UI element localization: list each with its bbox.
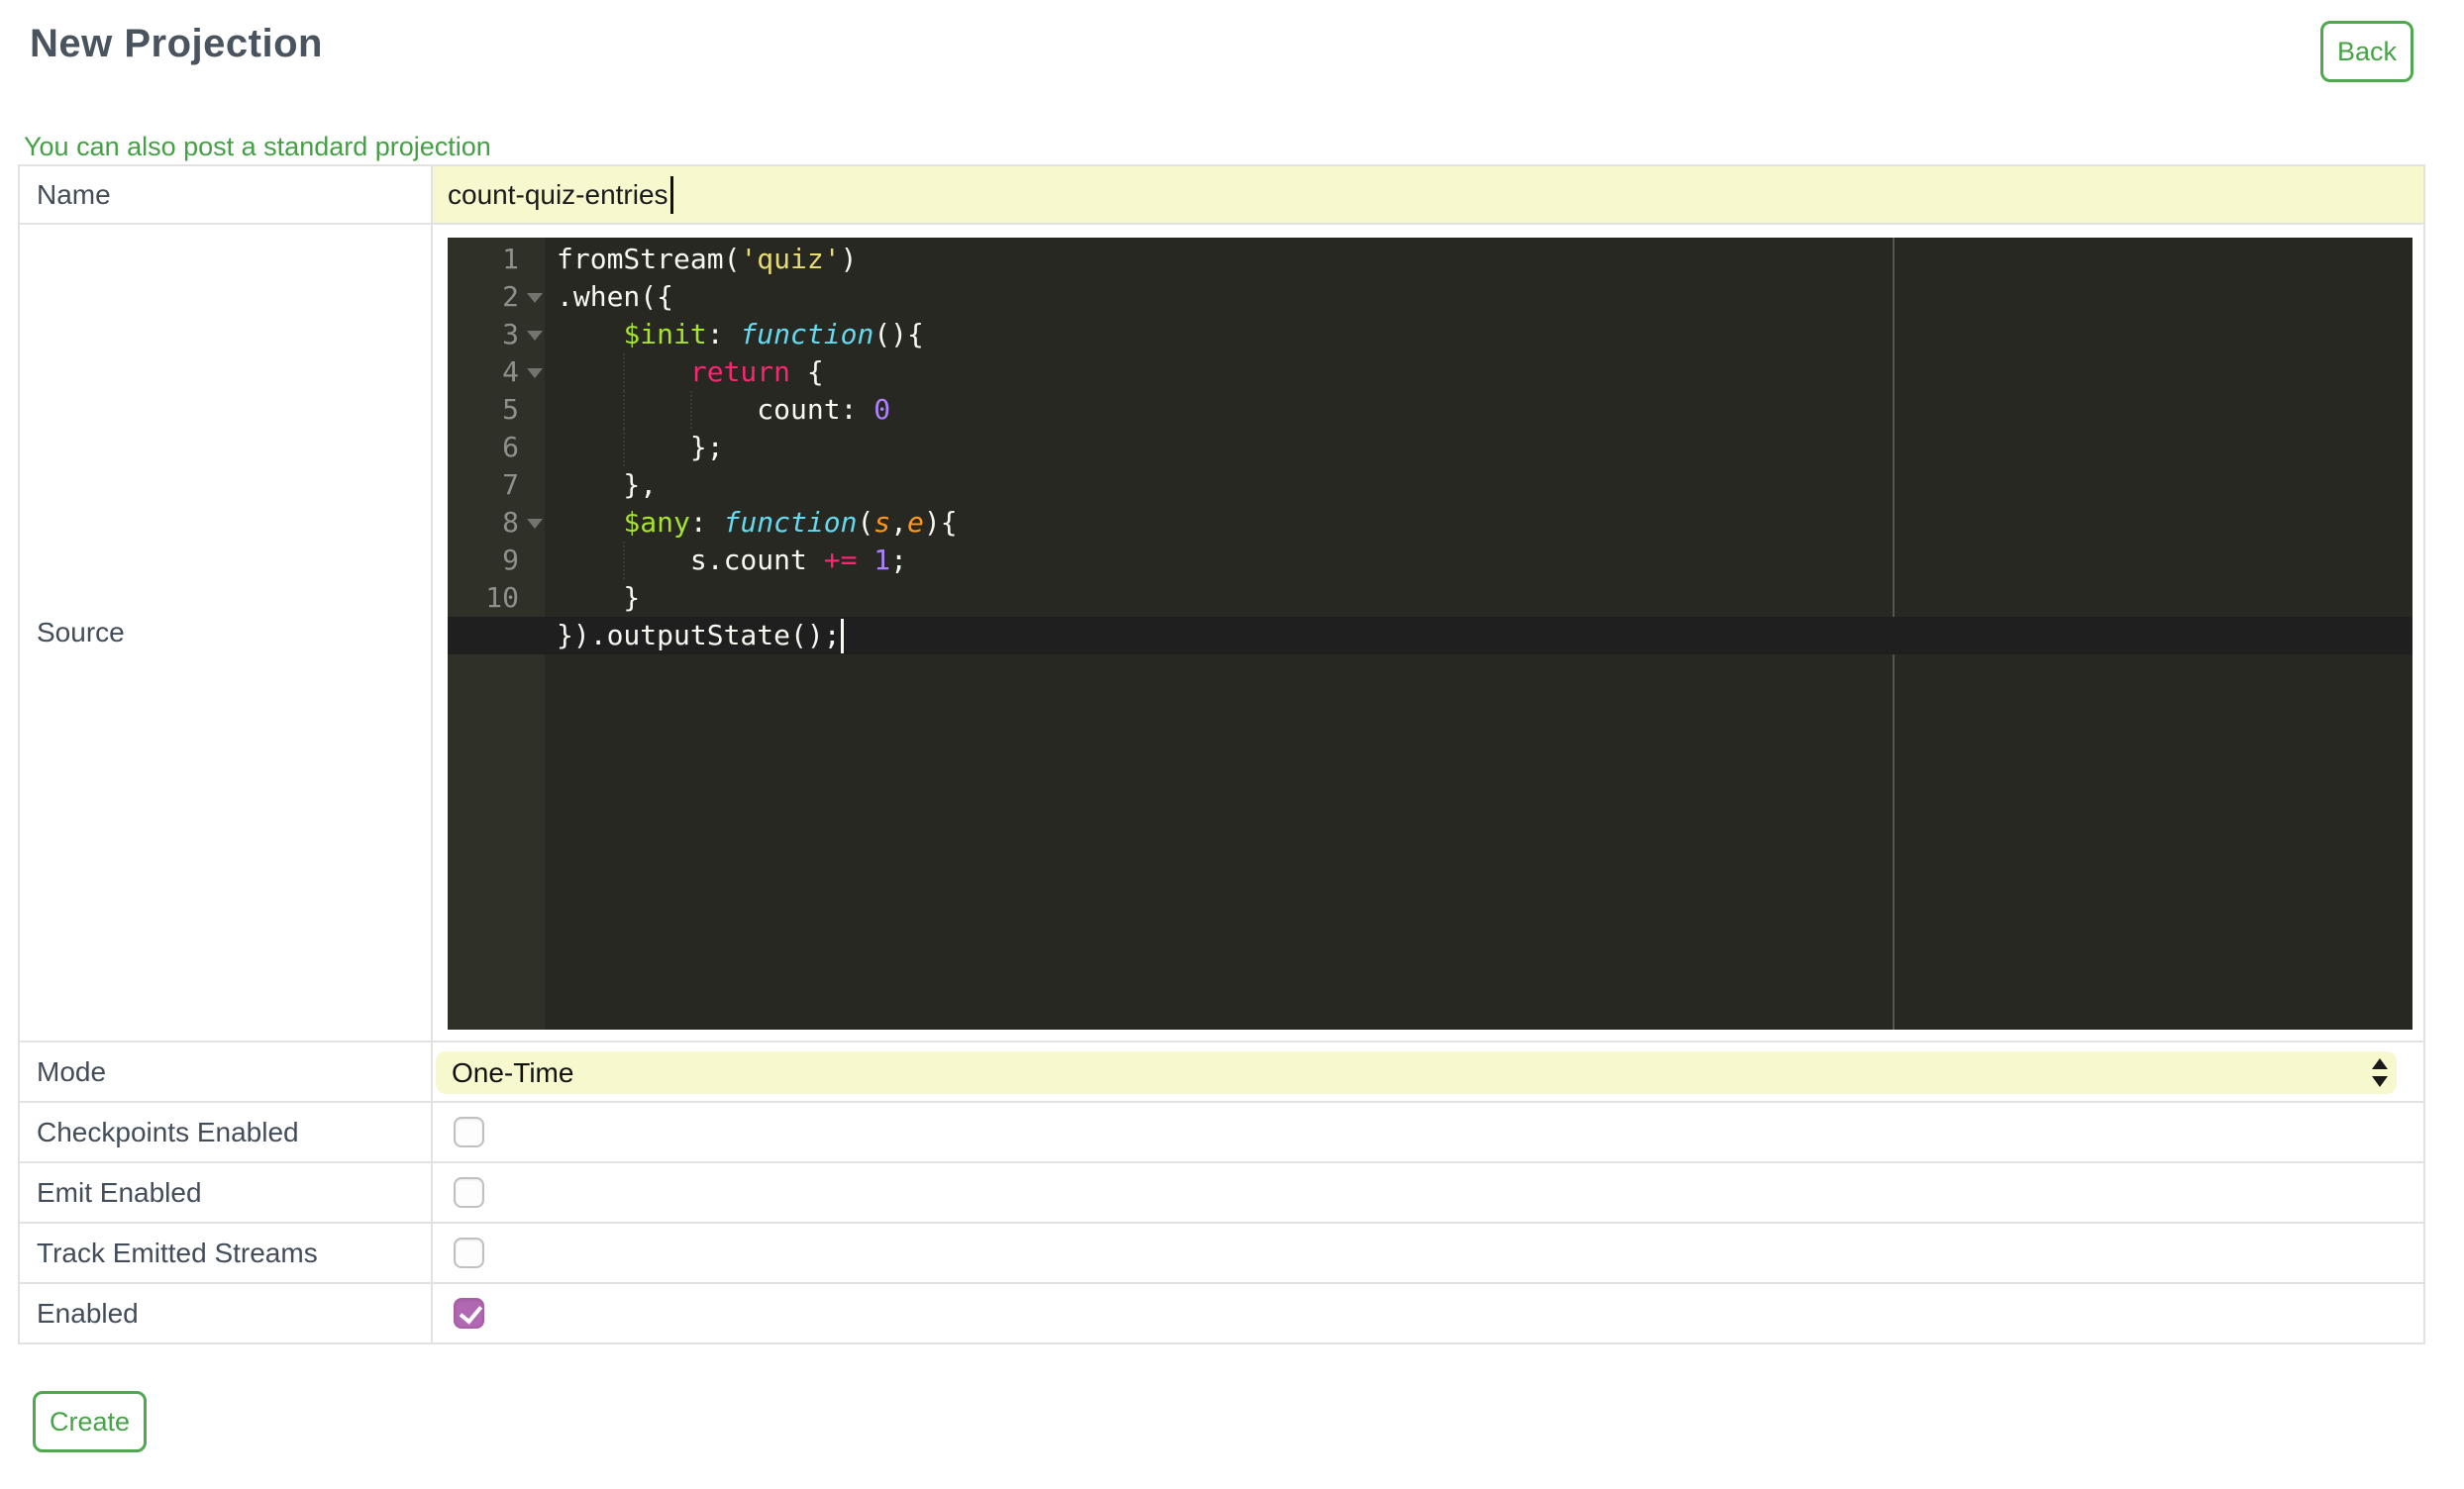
form-row-emit: Emit Enabled [20, 1161, 2423, 1222]
code-line: return { [545, 353, 2413, 391]
gutter-line: 8 [448, 504, 545, 542]
emit-checkbox[interactable] [454, 1177, 484, 1208]
code-line: s.count += 1; [545, 542, 2413, 579]
select-arrows-icon [2371, 1056, 2389, 1089]
checkpoints-label: Checkpoints Enabled [20, 1103, 433, 1161]
checkpoints-checkbox[interactable] [454, 1117, 484, 1147]
page-header: New Projection Back [0, 0, 2464, 83]
code-line: }; [545, 429, 2413, 466]
page-title: New Projection [30, 22, 323, 66]
mode-select-value: One-Time [452, 1057, 573, 1089]
gutter-line: 5 [448, 391, 545, 429]
gutter-line: 4 [448, 353, 545, 391]
enabled-label: Enabled [20, 1284, 433, 1342]
name-label: Name [20, 166, 433, 223]
gutter-line: 9 [448, 542, 545, 579]
gutter-line: 3 [448, 316, 545, 353]
form-row-source: Source 1234567891011 fromStream('quiz').… [20, 223, 2423, 1041]
form-row-mode: Mode One-Time [20, 1041, 2423, 1101]
fold-arrow-icon[interactable] [527, 331, 543, 341]
code-line: .when({ [545, 278, 2413, 316]
source-code-editor[interactable]: 1234567891011 fromStream('quiz').when({ … [448, 238, 2413, 1030]
editor-code-area[interactable]: fromStream('quiz').when({ $init: functio… [545, 238, 2413, 654]
back-button[interactable]: Back [2320, 21, 2413, 82]
create-button[interactable]: Create [33, 1391, 147, 1452]
code-line: $init: function(){ [545, 316, 2413, 353]
code-line: $any: function(s,e){ [545, 504, 2413, 542]
code-line: } [545, 579, 2413, 617]
form-row-track: Track Emitted Streams [20, 1222, 2423, 1282]
standard-projection-link[interactable]: You can also post a standard projection [24, 132, 491, 161]
gutter-line: 10 [448, 579, 545, 617]
code-line: fromStream('quiz') [545, 241, 2413, 278]
form-row-checkpoints: Checkpoints Enabled [20, 1101, 2423, 1161]
mode-select[interactable]: One-Time [436, 1051, 2397, 1094]
track-label: Track Emitted Streams [20, 1224, 433, 1282]
source-label: Source [20, 225, 433, 1041]
gutter-line: 7 [448, 466, 545, 504]
enabled-checkbox[interactable] [454, 1298, 484, 1329]
new-projection-form: Name count-quiz-entries Source 123456789… [18, 164, 2425, 1344]
code-line: }).outputState(); [545, 617, 2413, 654]
track-checkbox[interactable] [454, 1238, 484, 1268]
fold-arrow-icon[interactable] [527, 293, 543, 303]
gutter-line: 2 [448, 278, 545, 316]
mode-label: Mode [20, 1042, 433, 1101]
form-row-enabled: Enabled [20, 1282, 2423, 1342]
name-input[interactable]: count-quiz-entries [433, 166, 2423, 223]
emit-label: Emit Enabled [20, 1163, 433, 1222]
code-line: count: 0 [545, 391, 2413, 429]
text-caret [670, 176, 673, 214]
code-line: }, [545, 466, 2413, 504]
fold-arrow-icon[interactable] [527, 368, 543, 378]
gutter-line: 1 [448, 241, 545, 278]
form-row-name: Name count-quiz-entries [20, 166, 2423, 223]
fold-arrow-icon[interactable] [527, 519, 543, 529]
editor-caret [841, 619, 844, 653]
gutter-line: 6 [448, 429, 545, 466]
name-input-value: count-quiz-entries [448, 179, 668, 211]
